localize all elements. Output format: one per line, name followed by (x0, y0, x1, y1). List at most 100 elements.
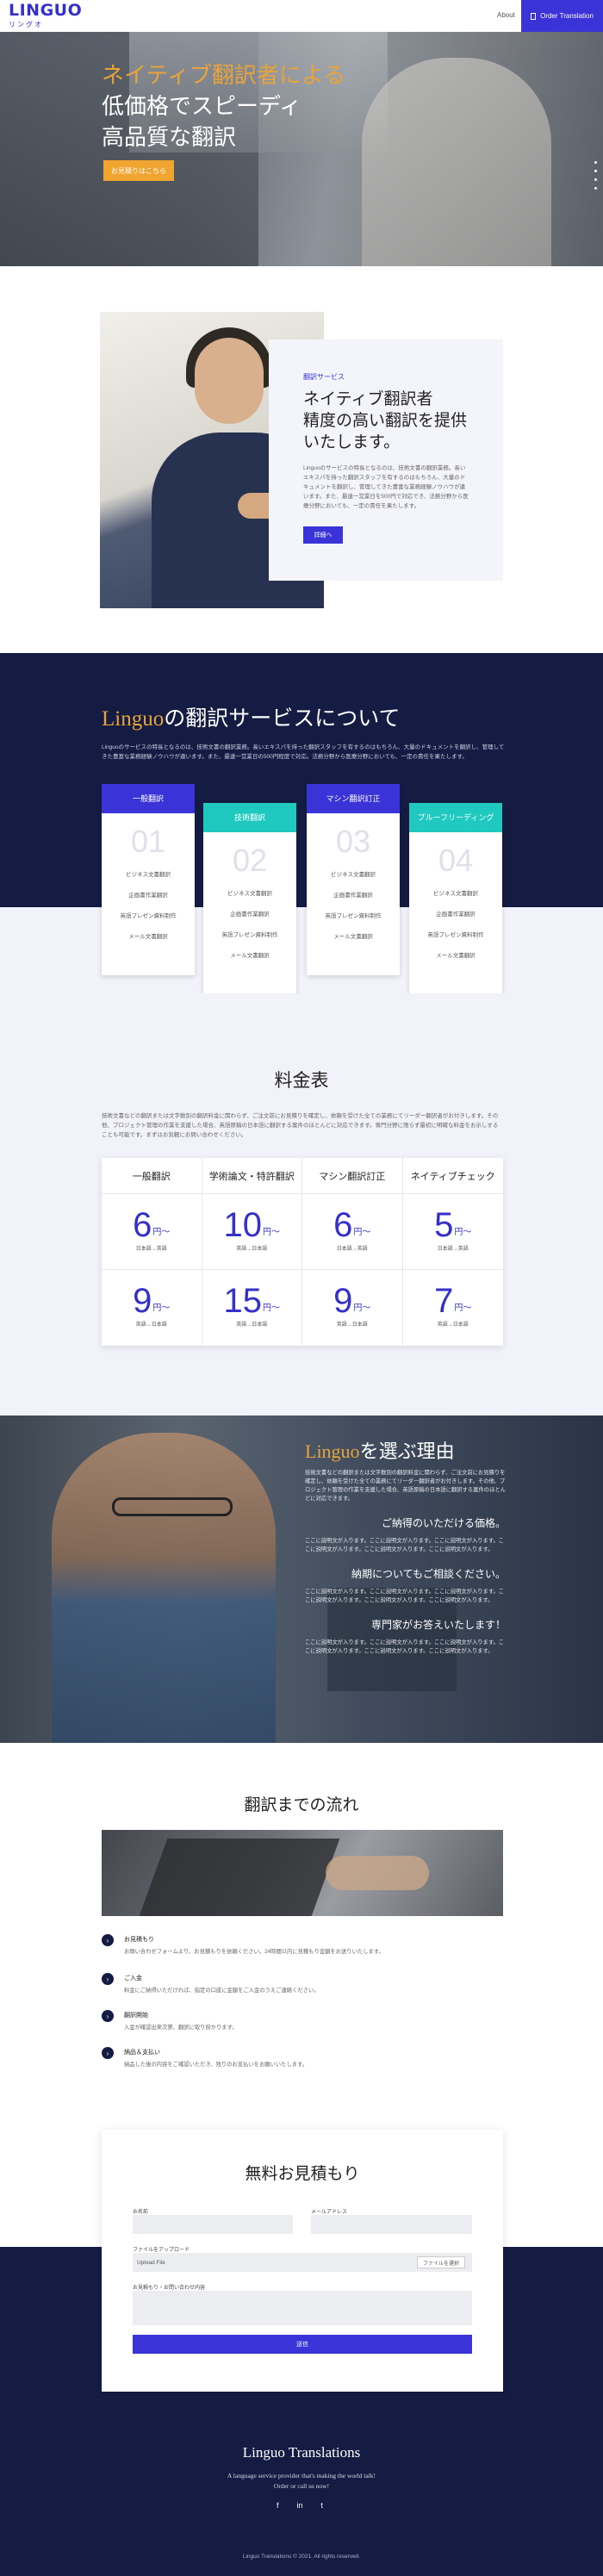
file-upload-placeholder: Upload File (137, 2259, 165, 2266)
price-cell: 9 円〜 英語→日本語 (302, 1270, 403, 1346)
reasons-section (0, 1416, 603, 1743)
reasons-text: Linguoを選ぶ理由 技術文書などの翻訳または文字数別の翻訳料金に関わらず、ご… (305, 1436, 506, 1656)
service-card-general[interactable]: 一般翻訳 01 ビジネス文書翻訳 企画書作業翻訳 英語プレゼン資料制作 メール文… (102, 784, 195, 975)
flow-step-desc: お問い合わせフォームより、お見積もりを依頼ください。24時間以内に見積もり金額を… (124, 1949, 384, 1955)
logo[interactable]: LINGUO リングオ (9, 3, 82, 29)
submit-button[interactable]: 送信 (133, 2335, 472, 2354)
flow-step-desc: 料金にご納得いただければ、指定の口座に金額をご入金のうえご連絡ください。 (124, 1988, 320, 1994)
estimate-button[interactable]: お見積りはこちら (103, 160, 174, 181)
pricing-column-header: マシン翻訳訂正 (302, 1158, 403, 1194)
price-note: 英語→日本語 (135, 1322, 167, 1328)
price-value: 7 (434, 1282, 454, 1320)
reasons-title-accent: Linguo (305, 1440, 360, 1462)
hero-title-line1: ネイティブ翻訳者による (102, 63, 346, 88)
intro-card: 翻訳サービス ネイティブ翻訳者 精度の高い翻訳を提供 いたします。 Linguo… (269, 339, 503, 581)
price-unit: 円〜 (454, 1228, 472, 1237)
price-cell: 9 円〜 英語→日本語 (102, 1270, 202, 1346)
service-item: 企画書作業翻訳 (230, 912, 270, 918)
file-select-button[interactable]: ファイルを選択 (416, 2256, 465, 2268)
service-item: メール文書翻訳 (128, 934, 168, 940)
price-note: 英語→日本語 (437, 1322, 469, 1328)
service-item: 英語プレゼン資料制作 (120, 913, 177, 919)
service-item: ビジネス文書翻訳 (227, 891, 272, 897)
price-unit: 円〜 (152, 1228, 171, 1237)
name-label: お名前 (133, 2210, 149, 2215)
price-note: 日本語→英語 (135, 1247, 167, 1252)
services-section-bottom (0, 907, 603, 993)
email-label: メールアドレス (311, 2210, 348, 2215)
price-unit: 円〜 (263, 1228, 280, 1237)
price-cell: 10 円〜 英語→日本語 (202, 1194, 302, 1270)
price-note: 英語→日本語 (236, 1322, 268, 1328)
flow-step-title: 翻訳開始 (124, 2013, 148, 2019)
service-item: メール文書翻訳 (230, 953, 270, 959)
site-header: LINGUO リングオ About Order Translation (0, 0, 603, 32)
price-unit: 円〜 (263, 1304, 280, 1313)
services-title-accent: Linguo (102, 707, 165, 731)
message-label: お見積もり・お問い合わせ内容 (133, 2286, 206, 2291)
reasons-title: Linguoを選ぶ理由 (305, 1436, 506, 1464)
service-item: 企画書作業翻訳 (128, 893, 168, 899)
twitter-icon[interactable]: t (321, 2501, 324, 2510)
email-field[interactable] (311, 2215, 472, 2234)
price-unit: 円〜 (454, 1304, 472, 1313)
service-card-header: プルーフリーディング (409, 803, 502, 832)
service-card-number: 02 (232, 843, 268, 878)
estimate-form: 無料お見積もり お名前 メールアドレス ファイルをアップロード Upload F… (102, 2130, 503, 2392)
intro-detail-button[interactable]: 詳細へ (303, 526, 343, 544)
hero-title: ネイティブ翻訳者による 低価格でスピーディ 高品質な翻訳 (102, 60, 345, 153)
linkedin-icon[interactable]: in (297, 2501, 303, 2510)
reasons-paragraph: ここに説明文が入ります。ここに説明文が入ります。ここに説明文が入ります。ここに説… (305, 1538, 505, 1552)
pricing-column-header: 一般翻訳 (102, 1158, 202, 1194)
services-title-rest: の翻訳サービスについて (164, 707, 401, 731)
price-value: 9 (133, 1282, 152, 1320)
price-note: 日本語→英語 (336, 1247, 368, 1252)
service-item: 企画書作業翻訳 (333, 893, 373, 899)
service-item: 企画書作業翻訳 (436, 912, 476, 918)
intro-title-line2: 精度の高い翻訳を提供 (303, 412, 468, 430)
price-value: 15 (223, 1282, 263, 1320)
flow-step-title: ご入金 (124, 1976, 142, 1982)
order-translation-label: Order Translation (540, 12, 594, 20)
footer-tagline-line2: Order or call us now! (273, 2482, 330, 2490)
pricing-column-header: ネイティブチェック (402, 1158, 503, 1194)
price-note: 英語→日本語 (236, 1247, 268, 1252)
price-cell: 6 円〜 日本語→英語 (302, 1194, 403, 1270)
intro-title: ネイティブ翻訳者 精度の高い翻訳を提供 いたします。 (303, 389, 469, 453)
social-links: f in t (277, 2501, 323, 2510)
order-translation-button[interactable]: Order Translation (521, 0, 603, 32)
nav-about-link[interactable]: About (497, 11, 515, 19)
service-card-header: 一般翻訳 (102, 784, 195, 813)
form-title: 無料お見積もり (245, 2165, 360, 2183)
hero-title-line3: 高品質な翻訳 (102, 125, 237, 150)
intro-label: 翻訳サービス (303, 373, 345, 381)
hero-slider-dots[interactable] (594, 161, 597, 190)
price-note: 日本語→英語 (437, 1247, 469, 1252)
service-card-technical[interactable]: 技術翻訳 02 ビジネス文書翻訳 企画書作業翻訳 英語プレゼン資料制作 メール文… (203, 803, 296, 994)
logo-subtext: リングオ (9, 21, 43, 28)
hero-title-line2: 低価格でスピーディ (102, 94, 302, 119)
service-item: メール文書翻訳 (436, 953, 476, 959)
document-icon (531, 12, 537, 20)
reasons-paragraph: 技術文書などの翻訳または文字数別の翻訳料金に関わらず、ご注文前にお見積りを確定し… (305, 1470, 506, 1502)
file-label: ファイルをアップロード (133, 2248, 190, 2253)
pricing-description: 技術文書などの翻訳または文字数別の翻訳料金に関わらず、ご注文前にお見積りを確定し… (102, 1113, 499, 1138)
price-note: 英語→日本語 (336, 1322, 368, 1328)
message-field[interactable] (133, 2291, 472, 2325)
service-card-number: 01 (130, 824, 166, 859)
flow-title: 翻訳までの流れ (244, 1796, 359, 1814)
services-section (0, 653, 603, 907)
service-card-proofreading[interactable]: プルーフリーディング 04 ビジネス文書翻訳 企画書作業翻訳 英語プレゼン資料制… (409, 803, 502, 994)
facebook-icon[interactable]: f (277, 2501, 279, 2510)
file-upload-field[interactable]: Upload File ファイルを選択 (133, 2253, 472, 2272)
service-card-machine[interactable]: マシン翻訳訂正 03 ビジネス文書翻訳 企画書作業翻訳 英語プレゼン資料制作 メ… (307, 784, 400, 975)
service-card-number: 04 (438, 843, 474, 878)
service-item: 英語プレゼン資料制作 (427, 932, 484, 938)
price-value: 6 (133, 1206, 152, 1244)
arrow-right-icon: › (102, 2010, 114, 2022)
name-field[interactable] (133, 2215, 293, 2234)
intro-body: Linguoのサービスの特長となるのは、技術文書の翻訳業務。長いエキスパを持った… (303, 465, 469, 509)
footer-tagline-line1: A language service provider that's makin… (227, 2472, 376, 2480)
services-description: Linguoのサービスの特長となるのは、技術文書の翻訳業務。長いエキスパを持った… (102, 744, 505, 760)
reasons-photo-glasses (112, 1497, 233, 1516)
